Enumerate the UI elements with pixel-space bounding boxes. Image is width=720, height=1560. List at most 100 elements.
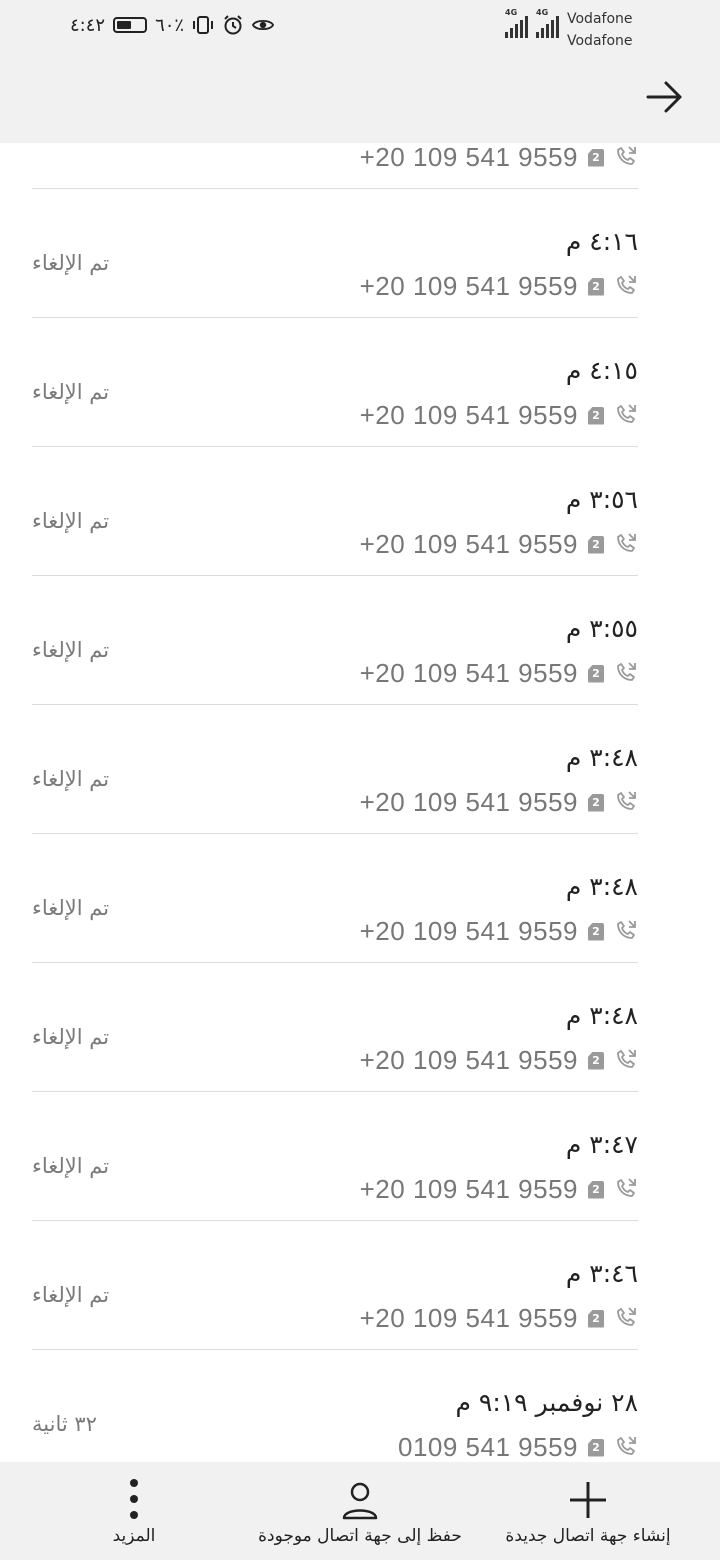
call-status: تم الإلغاء <box>32 1025 110 1049</box>
carrier-names: Vodafone Vodafone <box>567 8 633 52</box>
save-existing-label: حفظ إلى جهة اتصال موجودة <box>258 1526 462 1546</box>
phone-number: +20 109 541 9559 <box>359 142 578 172</box>
status-icons: ٤:٤٢ ٦٠٪ <box>70 14 275 36</box>
top-bar: ٤:٤٢ ٦٠٪ 4G 4G Vodafone Vodafone <box>0 0 720 143</box>
call-status: ٣٢ ثانية <box>32 1412 97 1436</box>
call-status: تم الإلغاء <box>32 638 110 662</box>
call-time: ٣:٤٨ م <box>565 872 638 901</box>
call-log-row[interactable]: ٣:٤٨ م 2 +20 109 541 9559 تم الإلغاء <box>0 834 720 963</box>
signal-icon: 4G <box>536 8 559 38</box>
call-status: تم الإلغاء <box>32 1283 110 1307</box>
status-time: ٤:٤٢ <box>70 14 106 36</box>
call-time: ٣:٤٧ م <box>565 1130 638 1159</box>
create-contact-button[interactable]: إنشاء جهة اتصال جديدة <box>496 1462 680 1560</box>
sim-2-icon: 2 <box>588 922 604 941</box>
outgoing-call-icon <box>614 144 638 172</box>
outgoing-call-icon <box>614 1047 638 1075</box>
battery-percent: ٦٠٪ <box>155 14 185 36</box>
person-icon <box>342 1482 378 1520</box>
number-line: 2 +20 109 541 9559 <box>360 271 638 302</box>
number-line: 2 +20 109 541 9559 <box>360 1174 638 1205</box>
call-log-row[interactable]: ٣:٤٦ م 2 +20 109 541 9559 تم الإلغاء <box>0 1221 720 1350</box>
number-line: 2 +20 109 541 9559 <box>360 400 638 431</box>
call-log-row[interactable]: ٣:٤٧ م 2 +20 109 541 9559 تم الإلغاء <box>0 1092 720 1221</box>
phone-number: +20 109 541 9559 <box>359 658 578 688</box>
call-time: ٣:٤٨ م <box>565 1001 638 1030</box>
network-status: 4G 4G Vodafone Vodafone <box>505 8 633 52</box>
call-time: ٤:١٥ م <box>565 356 638 385</box>
number-line: 2 +20 109 541 9559 <box>360 1303 638 1334</box>
outgoing-call-icon <box>614 918 638 946</box>
number-line: 2 +20 109 541 9559 <box>360 142 638 173</box>
call-time: ٣:٥٥ م <box>565 614 638 643</box>
sim-2-icon: 2 <box>588 535 604 554</box>
number-line: 2 +20 109 541 9559 <box>360 916 638 947</box>
battery-icon <box>113 17 148 33</box>
sim-2-icon: 2 <box>588 277 604 296</box>
sim-2-icon: 2 <box>588 793 604 812</box>
plus-icon <box>570 1482 606 1518</box>
call-status: تم الإلغاء <box>32 896 110 920</box>
outgoing-call-icon <box>614 531 638 559</box>
sim-2-icon: 2 <box>588 664 604 683</box>
call-time: ٣:٥٦ م <box>565 485 638 514</box>
call-status: تم الإلغاء <box>32 380 110 404</box>
arrow-right-icon <box>646 81 682 113</box>
number-line: 2 +20 109 541 9559 <box>360 787 638 818</box>
more-label: المزيد <box>112 1526 156 1546</box>
call-time: ٣:٤٨ م <box>565 743 638 772</box>
call-log-row[interactable]: ٣:٤٨ م 2 +20 109 541 9559 تم الإلغاء <box>0 963 720 1092</box>
call-time: ٢٨ نوفمبر ٩:١٩ م <box>455 1388 638 1417</box>
call-status: تم الإلغاء <box>32 251 110 275</box>
more-vert-icon <box>130 1479 138 1519</box>
call-status: تم الإلغاء <box>32 1154 110 1178</box>
phone-number: +20 109 541 9559 <box>359 400 578 430</box>
call-log-row[interactable]: ٤:١٦ م 2 +20 109 541 9559 تم الإلغاء <box>0 189 720 318</box>
phone-number: +20 109 541 9559 <box>359 1045 578 1075</box>
outgoing-call-icon <box>614 1176 638 1204</box>
more-button[interactable]: المزيد <box>94 1462 174 1560</box>
sim-2-icon: 2 <box>588 406 604 425</box>
phone-number: +20 109 541 9559 <box>359 1303 578 1333</box>
bottom-action-bar: إنشاء جهة اتصال جديدة حفظ إلى جهة اتصال … <box>0 1462 720 1560</box>
call-log-row[interactable]: ٣:٥٦ م 2 +20 109 541 9559 تم الإلغاء <box>0 447 720 576</box>
call-time: ٣:٤٦ م <box>565 1259 638 1288</box>
save-existing-contact-button[interactable]: حفظ إلى جهة اتصال موجودة <box>250 1462 470 1560</box>
eye-icon <box>252 14 275 36</box>
phone-number: +20 109 541 9559 <box>359 529 578 559</box>
phone-number: +20 109 541 9559 <box>359 916 578 946</box>
sim-2-icon: 2 <box>588 1309 604 1328</box>
call-history-list: 2 +20 109 541 9559 ٤:١٦ م 2 +20 109 541 … <box>0 60 720 1479</box>
phone-number: 0109 541 9559 <box>397 1432 578 1462</box>
outgoing-call-icon <box>614 1305 638 1333</box>
sim-2-icon: 2 <box>588 1438 604 1457</box>
call-status: تم الإلغاء <box>32 509 110 533</box>
number-line: 2 +20 109 541 9559 <box>360 658 638 689</box>
sim-2-icon: 2 <box>588 148 604 167</box>
alarm-icon <box>222 14 244 36</box>
carrier-2: Vodafone <box>567 33 633 49</box>
call-log-row[interactable]: ٤:١٥ م 2 +20 109 541 9559 تم الإلغاء <box>0 318 720 447</box>
outgoing-call-icon <box>614 660 638 688</box>
sim-2-icon: 2 <box>588 1180 604 1199</box>
call-time: ٤:١٦ م <box>565 227 638 256</box>
outgoing-call-icon <box>614 402 638 430</box>
phone-number: +20 109 541 9559 <box>359 787 578 817</box>
back-button[interactable] <box>640 72 690 122</box>
call-log-row[interactable]: ٢٨ نوفمبر ٩:١٩ م 2 0109 541 9559 ٣٢ ثاني… <box>0 1350 720 1479</box>
call-status: تم الإلغاء <box>32 767 110 791</box>
outgoing-call-icon <box>614 1434 638 1462</box>
outgoing-call-icon <box>614 273 638 301</box>
phone-number: +20 109 541 9559 <box>359 1174 578 1204</box>
number-line: 2 +20 109 541 9559 <box>360 1045 638 1076</box>
number-line: 2 0109 541 9559 <box>398 1432 638 1463</box>
carrier-1: Vodafone <box>567 11 633 27</box>
phone-number: +20 109 541 9559 <box>359 271 578 301</box>
signal-icon: 4G <box>505 8 528 38</box>
sim-2-icon: 2 <box>588 1051 604 1070</box>
number-line: 2 +20 109 541 9559 <box>360 529 638 560</box>
call-log-row[interactable]: ٣:٥٥ م 2 +20 109 541 9559 تم الإلغاء <box>0 576 720 705</box>
vibrate-icon <box>192 14 214 36</box>
call-log-row[interactable]: ٣:٤٨ م 2 +20 109 541 9559 تم الإلغاء <box>0 705 720 834</box>
outgoing-call-icon <box>614 789 638 817</box>
